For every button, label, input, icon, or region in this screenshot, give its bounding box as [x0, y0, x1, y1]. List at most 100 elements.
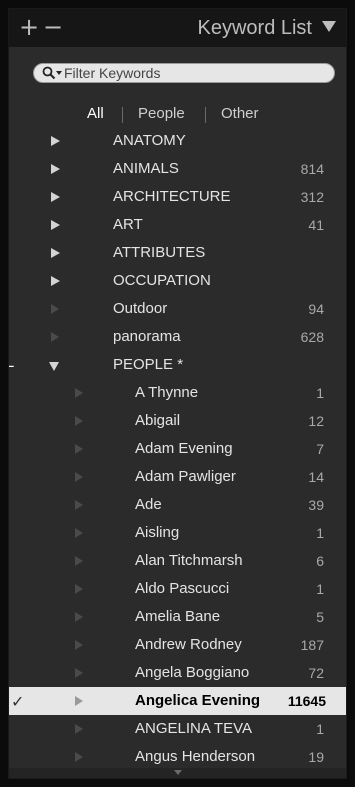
search-input[interactable]: [64, 64, 324, 82]
keyword-count: 41: [308, 217, 324, 233]
keyword-row[interactable]: ARCHITECTURE 312: [9, 183, 346, 211]
disclosure-triangle-open-icon[interactable]: [49, 362, 59, 371]
checkmark-icon[interactable]: ✓: [11, 692, 24, 711]
keyword-label: Angelica Evening: [135, 692, 261, 709]
leaf-triangle-icon: [75, 416, 83, 426]
keyword-count: 1: [316, 385, 324, 401]
keyword-list: ANATOMY ANIMALS 814 ARCHITECTURE 312 ART…: [9, 127, 346, 770]
leaf-triangle-icon: [75, 696, 83, 706]
keyword-label: Adam Evening: [135, 440, 233, 457]
disclosure-triangle-icon[interactable]: [51, 164, 60, 174]
disclosure-triangle-icon[interactable]: [51, 220, 60, 230]
keyword-row[interactable]: Andrew Rodney 187: [9, 631, 346, 659]
collapse-panel-icon[interactable]: [322, 21, 336, 32]
keyword-row[interactable]: ATTRIBUTES: [9, 239, 346, 267]
keyword-count: 12: [308, 413, 324, 429]
keyword-label: Aisling: [135, 524, 180, 541]
keyword-label: ANATOMY: [113, 132, 186, 149]
keyword-count: 1: [316, 721, 324, 737]
keyword-row[interactable]: Alan Titchmarsh 6: [9, 547, 346, 575]
keyword-row[interactable]: Aisling 1: [9, 519, 346, 547]
leaf-triangle-icon: [75, 752, 83, 762]
keyword-row[interactable]: Aldo Pascucci 1: [9, 575, 346, 603]
keyword-row-selected[interactable]: ✓ Angelica Evening 11645: [9, 687, 346, 715]
keyword-row[interactable]: Outdoor 94: [9, 295, 346, 323]
keyword-label: Aldo Pascucci: [135, 580, 230, 597]
keyword-label: Angela Boggiano: [135, 664, 250, 681]
keyword-row[interactable]: ART 41: [9, 211, 346, 239]
add-keyword-button[interactable]: +: [19, 15, 39, 39]
keyword-label: ARCHITECTURE: [113, 188, 231, 205]
keyword-row[interactable]: Abigail 12: [9, 407, 346, 435]
keyword-label: OCCUPATION: [113, 272, 211, 289]
keyword-count: 628: [300, 329, 324, 345]
panel-title[interactable]: Keyword List: [198, 17, 313, 40]
scroll-down-icon[interactable]: [173, 770, 182, 775]
disclosure-triangle-icon[interactable]: [51, 136, 60, 146]
keyword-row[interactable]: panorama 628: [9, 323, 346, 351]
leaf-triangle-icon: [51, 332, 59, 342]
keyword-count: 7: [316, 441, 324, 457]
remove-keyword-button[interactable]: −: [43, 15, 63, 39]
keyword-label: panorama: [113, 328, 181, 345]
search-field[interactable]: [33, 63, 335, 83]
keyword-row[interactable]: ANGELINA TEVA 1: [9, 715, 346, 743]
keyword-row[interactable]: Adam Pawliger 14: [9, 463, 346, 491]
keyword-label: ANIMALS: [113, 160, 179, 177]
disclosure-triangle-icon[interactable]: [51, 248, 60, 258]
keyword-count: 5: [316, 609, 324, 625]
keyword-row[interactable]: Amelia Bane 5: [9, 603, 346, 631]
keyword-row[interactable]: ANIMALS 814: [9, 155, 346, 183]
disclosure-triangle-icon[interactable]: [51, 192, 60, 202]
keyword-label: PEOPLE *: [113, 356, 184, 373]
leaf-triangle-icon: [75, 584, 83, 594]
chevron-down-icon[interactable]: [56, 71, 62, 75]
keyword-row[interactable]: ANATOMY: [9, 127, 346, 155]
keyword-label: ANGELINA TEVA: [135, 720, 252, 737]
keyword-row[interactable]: OCCUPATION: [9, 267, 346, 295]
keyword-row[interactable]: Angela Boggiano 72: [9, 659, 346, 687]
keyword-label: Ade: [135, 496, 162, 513]
keyword-count: 94: [308, 301, 324, 317]
leaf-triangle-icon: [75, 500, 83, 510]
keyword-label: Outdoor: [113, 300, 168, 317]
keyword-count: 1: [316, 581, 324, 597]
keyword-count: 187: [300, 637, 324, 653]
keyword-count: 11645: [287, 693, 326, 709]
disclosure-triangle-icon[interactable]: [51, 276, 60, 286]
leaf-triangle-icon: [75, 612, 83, 622]
keyword-label: Adam Pawliger: [135, 468, 236, 485]
leaf-triangle-icon: [75, 640, 83, 650]
keyword-count: 6: [316, 553, 324, 569]
implicit-keyword-minus-icon: –: [9, 356, 15, 376]
keyword-count: 39: [308, 497, 324, 513]
tab-people[interactable]: People: [138, 105, 185, 122]
search-icon: [42, 66, 56, 80]
tab-divider: [205, 107, 206, 123]
leaf-triangle-icon: [75, 668, 83, 678]
keyword-label: Amelia Bane: [135, 608, 221, 625]
keyword-count: 14: [308, 469, 324, 485]
keyword-count: 72: [308, 665, 324, 681]
keyword-count: 814: [300, 161, 324, 177]
leaf-triangle-icon: [51, 304, 59, 314]
keyword-label: Abigail: [135, 412, 181, 429]
tab-other[interactable]: Other: [221, 105, 259, 122]
panel-footer: [9, 768, 346, 778]
keyword-row[interactable]: Angus Henderson 19: [9, 743, 346, 770]
tab-all[interactable]: All: [87, 105, 104, 122]
keyword-count: 312: [300, 189, 324, 205]
leaf-triangle-icon: [75, 556, 83, 566]
leaf-triangle-icon: [75, 528, 83, 538]
panel-header: + − Keyword List: [9, 9, 346, 47]
keyword-row[interactable]: A Thynne 1: [9, 379, 346, 407]
keyword-row[interactable]: Ade 39: [9, 491, 346, 519]
keyword-row-people[interactable]: – PEOPLE *: [9, 351, 346, 379]
keyword-label: ATTRIBUTES: [113, 244, 206, 261]
keyword-label: Angus Henderson: [135, 748, 256, 765]
keyword-row[interactable]: Adam Evening 7: [9, 435, 346, 463]
keyword-list-panel: + − Keyword List All People Other ANATOM…: [8, 8, 347, 779]
filter-bar: All People Other: [9, 47, 346, 133]
tab-divider: [122, 107, 123, 123]
keyword-filter-tabs: All People Other: [9, 105, 346, 125]
